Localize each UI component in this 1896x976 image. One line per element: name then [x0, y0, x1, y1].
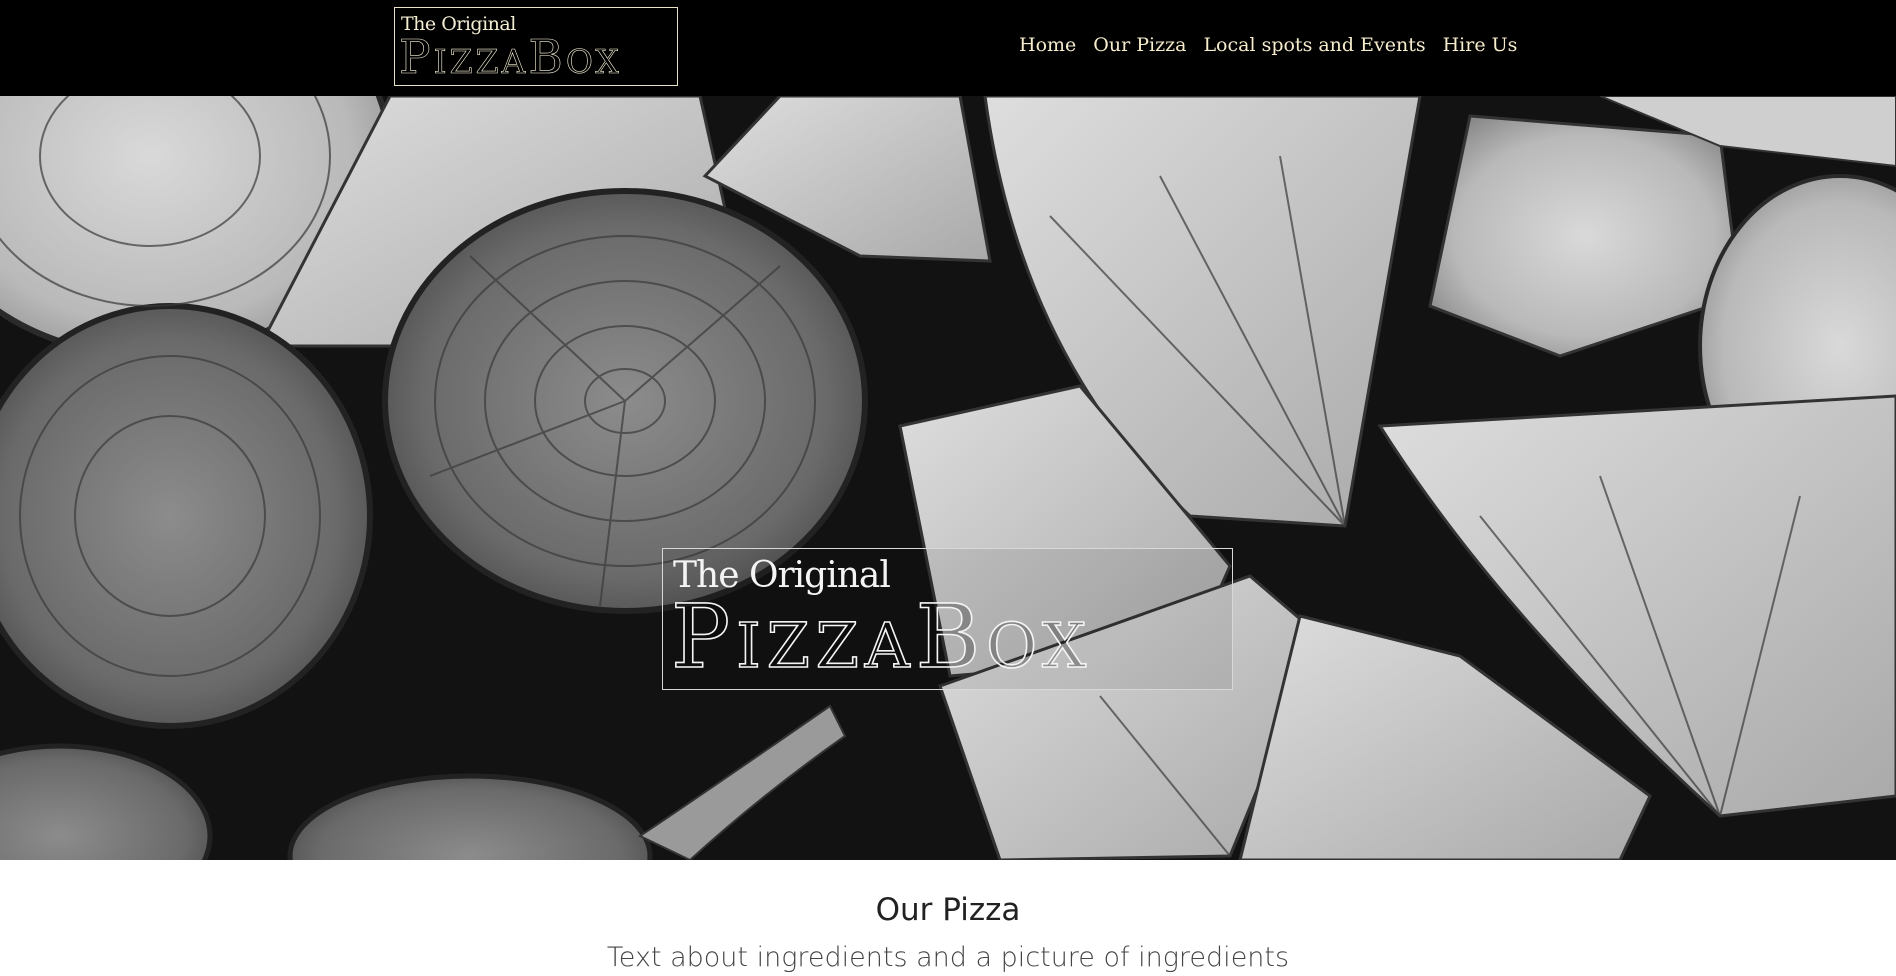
section-title: Our Pizza	[875, 892, 1021, 928]
nav-our-pizza[interactable]: Our Pizza	[1093, 34, 1186, 56]
logo-wordmark: PizzaBox	[399, 30, 622, 85]
hero-banner: The Original PizzaBox	[0, 96, 1896, 860]
nav-hire-us[interactable]: Hire Us	[1443, 34, 1518, 56]
nav-local-spots[interactable]: Local spots and Events	[1203, 34, 1425, 56]
site-header: The Original PizzaBox Home Our Pizza Loc…	[0, 0, 1896, 96]
header-logo[interactable]: The Original PizzaBox	[394, 7, 678, 86]
nav-home[interactable]: Home	[1019, 34, 1076, 56]
hero-logo: The Original PizzaBox	[662, 548, 1233, 690]
main-nav: Home Our Pizza Local spots and Events Hi…	[1019, 34, 1517, 56]
hero-logo-wordmark: PizzaBox	[670, 585, 1093, 688]
firewood-background-image	[0, 96, 1896, 860]
our-pizza-section: Our Pizza Text about ingredients and a p…	[0, 860, 1896, 976]
section-text: Text about ingredients and a picture of …	[606, 942, 1290, 973]
